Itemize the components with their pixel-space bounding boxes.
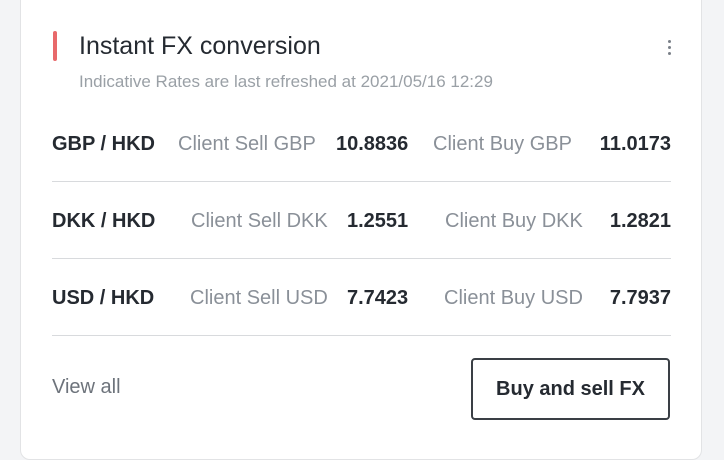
client-sell-value: 1.2551 [347, 210, 409, 232]
client-sell-value: 10.8836 [336, 133, 409, 155]
menu-dot [667, 45, 671, 49]
client-buy-value: 11.0173 [599, 133, 671, 155]
menu-dot [667, 51, 671, 55]
client-sell-label: Client Sell GBP [178, 133, 316, 155]
client-sell-label: Client Sell DKK [191, 210, 328, 232]
refresh-timestamp: Indicative Rates are last refreshed at 2… [79, 72, 493, 91]
client-buy-label: Client Buy GBP [433, 133, 572, 155]
view-all-link[interactable]: View all [52, 376, 121, 399]
currency-pair: DKK / HKD [52, 210, 156, 232]
client-buy-value: 7.7937 [609, 287, 671, 309]
card-title: Instant FX conversion [79, 32, 321, 60]
client-sell-label: Client Sell USD [190, 287, 328, 309]
title-accent-bar [53, 31, 57, 61]
rate-row-usd-hkd: USD / HKD Client Sell USD 7.7423 Client … [52, 260, 671, 336]
rate-row-gbp-hkd: GBP / HKD Client Sell GBP 10.8836 Client… [52, 106, 671, 182]
client-buy-label: Client Buy USD [444, 287, 583, 309]
fx-conversion-card: Instant FX conversion Indicative Rates a… [20, 0, 702, 460]
client-buy-label: Client Buy DKK [445, 210, 583, 232]
client-sell-value: 7.7423 [347, 287, 409, 309]
rate-row-dkk-hkd: DKK / HKD Client Sell DKK 1.2551 Client … [52, 183, 671, 259]
currency-pair: USD / HKD [52, 287, 155, 309]
currency-pair: GBP / HKD [52, 133, 155, 155]
more-vertical-icon[interactable] [657, 35, 681, 59]
buy-and-sell-fx-button[interactable]: Buy and sell FX [471, 358, 670, 420]
menu-dot [667, 39, 671, 43]
client-buy-value: 1.2821 [609, 210, 671, 232]
